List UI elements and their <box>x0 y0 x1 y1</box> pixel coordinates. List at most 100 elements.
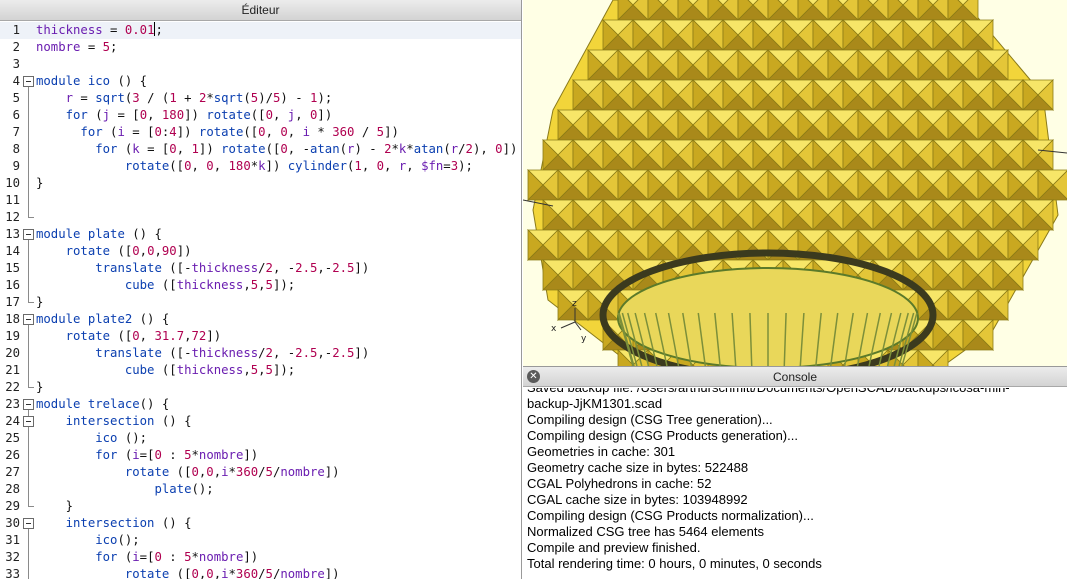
code-line[interactable]: 24 intersection () { <box>0 413 521 430</box>
fold-end-marker <box>23 498 34 515</box>
fold-guide <box>23 362 34 379</box>
console-line: Compiling design (CSG Products generatio… <box>527 428 798 443</box>
code-line[interactable]: 15 translate ([-thickness/2, -2.5,-2.5]) <box>0 260 521 277</box>
code-text: intersection () { <box>65 414 192 428</box>
code-line[interactable]: 28 plate(); <box>0 481 521 498</box>
console-line: backup-JjKM1301.scad <box>527 396 663 411</box>
code-text: module trelace() { <box>36 397 170 411</box>
fold-toggle-icon[interactable] <box>23 226 34 243</box>
fold-guide <box>23 328 34 345</box>
code-line[interactable]: 22} <box>0 379 521 396</box>
axis-x-label: x <box>551 324 557 334</box>
console-line: Geometries in cache: 301 <box>527 444 676 459</box>
code-text: cube ([thickness,5,5]); <box>124 278 296 292</box>
code-text: thickness = 0.01; <box>36 22 163 37</box>
fold-guide <box>23 192 34 209</box>
line-number: 28 <box>5 482 20 496</box>
console-line: Total rendering time: 0 hours, 0 minutes… <box>527 556 822 571</box>
code-line[interactable]: 33 rotate ([0,0,i*360/5/nombre]) <box>0 566 521 579</box>
code-line[interactable]: 20 translate ([-thickness/2, -2.5,-2.5]) <box>0 345 521 362</box>
code-text: } <box>36 380 44 394</box>
code-text: plate(); <box>154 482 214 496</box>
line-number: 7 <box>12 125 20 139</box>
code-line[interactable]: 27 rotate ([0,0,i*360/5/nombre]) <box>0 464 521 481</box>
code-line[interactable]: 16 cube ([thickness,5,5]); <box>0 277 521 294</box>
code-line[interactable]: 11 <box>0 192 521 209</box>
code-line[interactable]: 3 <box>0 56 521 73</box>
fold-toggle-icon[interactable] <box>23 413 34 430</box>
code-text: r = sqrt(3 / (1 + 2*sqrt(5)/5) - 1); <box>65 91 333 105</box>
line-number: 1 <box>12 23 20 37</box>
console-output[interactable]: Saved backup file: /Users/arthurschmitt/… <box>523 388 1067 579</box>
code-text: } <box>36 176 44 190</box>
code-line[interactable]: 2 nombre = 5; <box>0 39 521 56</box>
code-text: ico(); <box>95 533 140 547</box>
line-number: 10 <box>5 176 20 190</box>
fold-end-marker <box>23 294 34 311</box>
code-line[interactable]: 5 r = sqrt(3 / (1 + 2*sqrt(5)/5) - 1); <box>0 90 521 107</box>
code-line[interactable]: 23 module trelace() { <box>0 396 521 413</box>
code-line[interactable]: 31 ico(); <box>0 532 521 549</box>
code-line[interactable]: 25 ico (); <box>0 430 521 447</box>
code-line[interactable]: 8 for (k = [0, 1]) rotate([0, -atan(r) -… <box>0 141 521 158</box>
code-line[interactable]: 9 rotate([0, 0, 180*k]) cylinder(1, 0, r… <box>0 158 521 175</box>
line-number: 2 <box>12 40 20 54</box>
code-text: for (i=[0 : 5*nombre]) <box>95 550 259 564</box>
fold-guide <box>23 549 34 566</box>
code-line[interactable]: 19 rotate ([0, 31.7,72]) <box>0 328 521 345</box>
code-line[interactable]: 30 intersection () { <box>0 515 521 532</box>
fold-guide <box>23 345 34 362</box>
close-icon[interactable]: ✕ <box>527 370 540 383</box>
code-line[interactable]: 18 module plate2 () { <box>0 311 521 328</box>
line-number: 15 <box>5 261 20 275</box>
line-number: 16 <box>5 278 20 292</box>
line-number: 8 <box>12 142 20 156</box>
code-line[interactable]: 32 for (i=[0 : 5*nombre]) <box>0 549 521 566</box>
line-number: 9 <box>12 159 20 173</box>
fold-toggle-icon[interactable] <box>23 73 34 90</box>
axis-x-line <box>560 321 576 329</box>
console-line: Saved backup file: /Users/arthurschmitt/… <box>523 388 1067 396</box>
code-text: for (i=[0 : 5*nombre]) <box>95 448 259 462</box>
code-text: rotate ([0,0,i*360/5/nombre]) <box>124 465 340 479</box>
console-line: CGAL cache size in bytes: 103948992 <box>527 492 748 507</box>
code-line[interactable]: 10} <box>0 175 521 192</box>
console-line: Compiling design (CSG Tree generation)..… <box>527 412 773 427</box>
code-line[interactable]: 12 <box>0 209 521 226</box>
fold-toggle-icon[interactable] <box>23 396 34 413</box>
code-line[interactable]: 1 thickness = 0.01; <box>0 22 521 39</box>
line-number: 32 <box>5 550 20 564</box>
line-number: 24 <box>5 414 20 428</box>
fold-guide <box>23 124 34 141</box>
code-editor[interactable]: 1 thickness = 0.01; 2 nombre = 5; 3 4 module i… <box>0 22 521 579</box>
line-number: 23 <box>5 397 20 411</box>
code-text: } <box>65 499 74 513</box>
code-line[interactable]: 21 cube ([thickness,5,5]); <box>0 362 521 379</box>
fold-guide <box>23 430 34 447</box>
code-line[interactable]: 4 module ico () { <box>0 73 521 90</box>
editor-panel: Éditeur 1 thickness = 0.01; 2 nombre = 5; 3 4… <box>0 0 522 579</box>
fold-gutter <box>23 22 34 39</box>
fold-toggle-icon[interactable] <box>23 515 34 532</box>
code-line[interactable]: 6 for (j = [0, 180]) rotate([0, j, 0]) <box>0 107 521 124</box>
code-text: for (k = [0, 1]) rotate([0, -atan(r) - 2… <box>95 142 518 156</box>
code-line[interactable]: 29 } <box>0 498 521 515</box>
line-number: 29 <box>5 499 20 513</box>
fold-guide <box>23 464 34 481</box>
line-number: 18 <box>5 312 20 326</box>
3d-viewport[interactable]: z x y <box>523 0 1067 366</box>
fold-end-marker <box>23 209 34 226</box>
code-line[interactable]: 7 for (i = [0:4]) rotate([0, 0, i * 360 … <box>0 124 521 141</box>
fold-guide <box>23 175 34 192</box>
code-line[interactable]: 13 module plate () { <box>0 226 521 243</box>
code-line[interactable]: 14 rotate ([0,0,90]) <box>0 243 521 260</box>
fold-guide <box>23 158 34 175</box>
code-line[interactable]: 17} <box>0 294 521 311</box>
line-number: 19 <box>5 329 20 343</box>
code-line[interactable]: 26 for (i=[0 : 5*nombre]) <box>0 447 521 464</box>
editor-title: Éditeur <box>241 3 280 17</box>
fold-guide <box>23 243 34 260</box>
code-text: rotate ([0, 31.7,72]) <box>65 329 222 343</box>
fold-toggle-icon[interactable] <box>23 311 34 328</box>
line-number: 17 <box>5 295 20 309</box>
